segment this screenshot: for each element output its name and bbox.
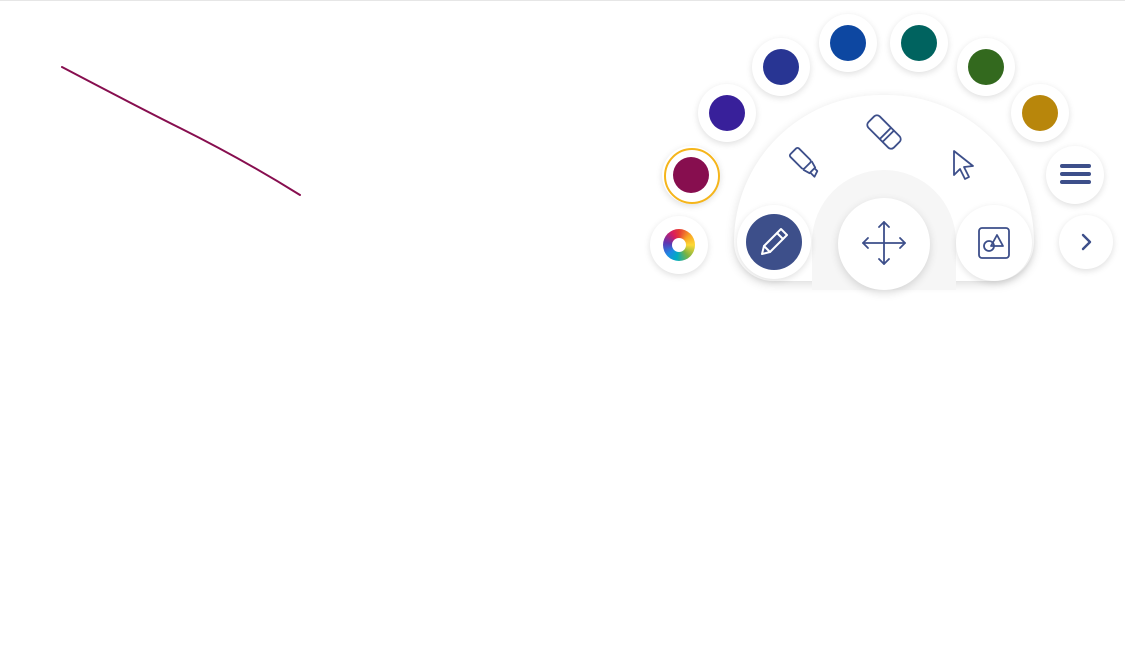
swatch-dot [673, 157, 709, 193]
menu-button[interactable] [1046, 146, 1104, 204]
highlighter-icon [788, 146, 819, 178]
move-tool[interactable] [838, 198, 930, 290]
color-swatch-amber[interactable] [1011, 84, 1069, 142]
expand-button[interactable] [1059, 215, 1113, 269]
eraser-icon [866, 114, 902, 150]
pen-icon [761, 228, 788, 255]
swatch-dot [709, 95, 745, 131]
eraser-tool[interactable] [862, 110, 906, 154]
swatch-dot [763, 49, 799, 85]
menu-icon [1060, 164, 1091, 184]
color-swatch-teal[interactable] [890, 14, 948, 72]
swatch-dot [830, 25, 866, 61]
drawing-canvas[interactable] [0, 0, 1125, 666]
color-swatch-green[interactable] [957, 38, 1015, 96]
color-swatch-magenta[interactable] [662, 146, 720, 204]
pen-tool-active-bg[interactable] [746, 214, 802, 270]
select-tool[interactable] [941, 142, 985, 186]
highlighter-tool[interactable] [784, 142, 828, 186]
move-icon [862, 221, 906, 265]
chevron-right-icon [1081, 233, 1092, 251]
color-swatch-violet[interactable] [698, 84, 756, 142]
custom-color-button[interactable] [650, 216, 708, 274]
color-swatch-indigo[interactable] [752, 38, 810, 96]
ink-stroke[interactable] [61, 66, 301, 196]
color-wheel-icon [663, 229, 695, 261]
swatch-dot [901, 25, 937, 61]
swatch-dot [1022, 95, 1058, 131]
shapes-icon [978, 227, 1010, 259]
shapes-tool[interactable] [956, 205, 1032, 281]
pointer-icon [953, 150, 974, 180]
swatch-dot [968, 49, 1004, 85]
color-swatch-blue[interactable] [819, 14, 877, 72]
